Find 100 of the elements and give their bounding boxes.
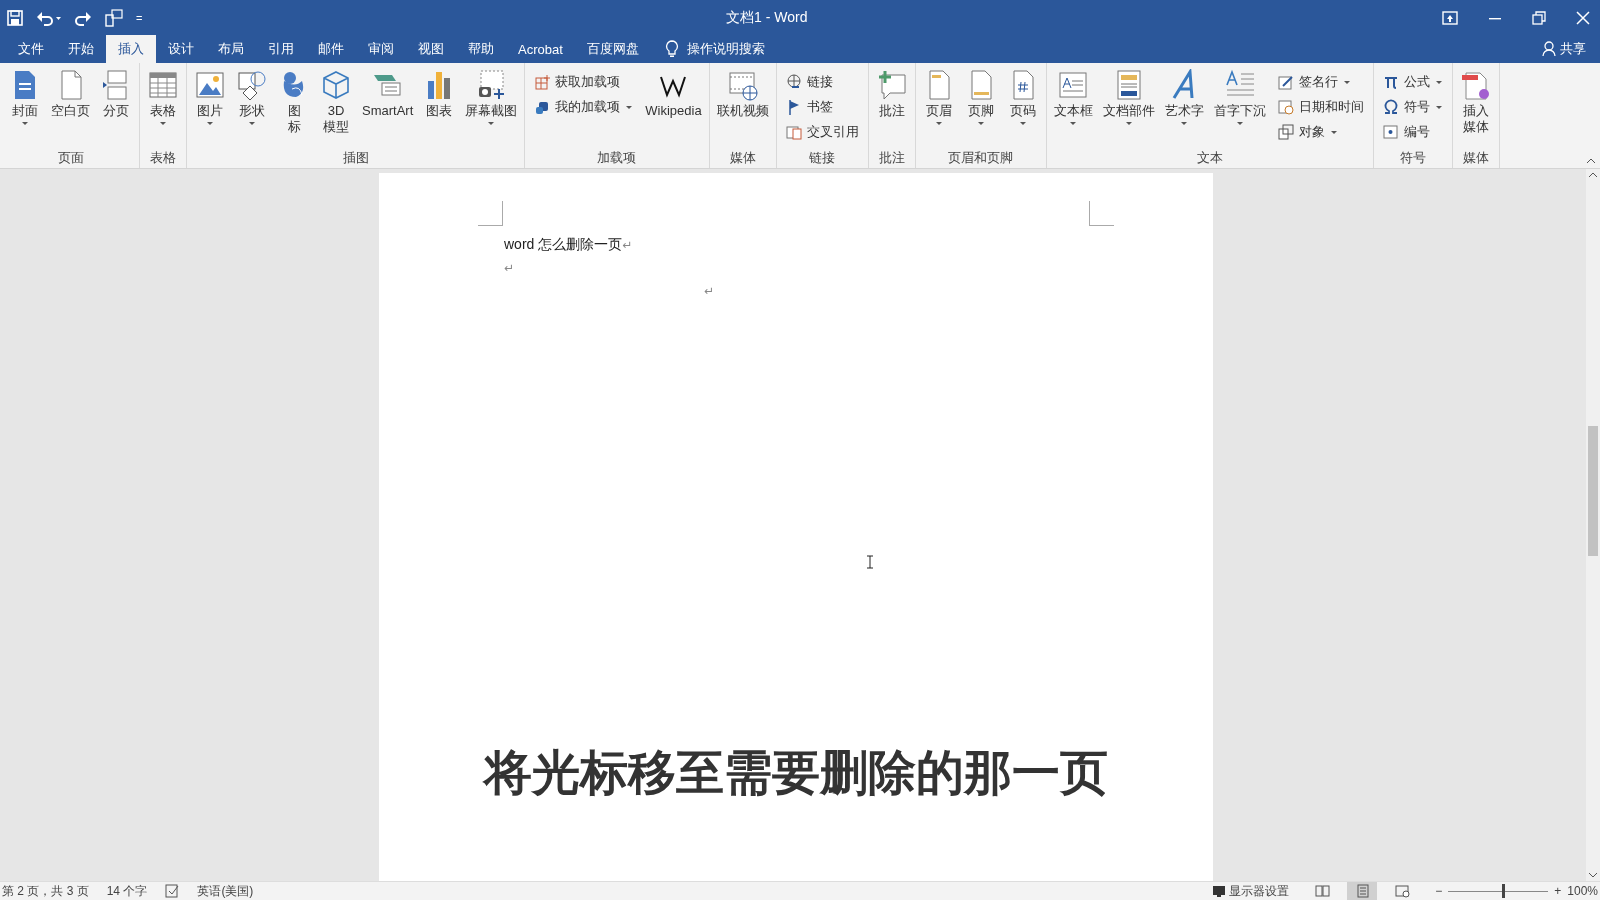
calendar-clock-icon: [1277, 99, 1294, 115]
ribbon-button[interactable]: 艺术字: [1160, 67, 1208, 148]
ribbon-group-label: 页面: [56, 149, 85, 167]
caret-icon: [1342, 79, 1351, 85]
customize-toolbar-button[interactable]: =: [136, 11, 143, 24]
ribbon-tab[interactable]: 开始: [56, 35, 106, 63]
ribbon-display-options-icon[interactable]: [1442, 10, 1458, 25]
scrollbar-thumb[interactable]: [1588, 426, 1598, 556]
ribbon-button[interactable]: 联机视频: [712, 67, 773, 148]
text-cursor-icon: [866, 555, 874, 569]
proofing-icon[interactable]: [165, 884, 180, 898]
view-button[interactable]: [1347, 882, 1378, 900]
paragraph-mark: ↵: [504, 261, 515, 275]
margin-corner-mark: [478, 201, 503, 226]
cross-reference-icon: [785, 124, 802, 140]
caret-icon: [1235, 121, 1244, 126]
ribbon-button[interactable]: 图表: [419, 67, 460, 148]
ribbon-group-label: 媒体: [1461, 149, 1490, 167]
display-settings-button[interactable]: 显示器设置: [1212, 882, 1290, 900]
language-indicator[interactable]: 英语(美国): [197, 882, 254, 900]
ribbon-tab[interactable]: 文件: [6, 35, 56, 63]
ribbon-group-label: 页眉和页脚: [947, 149, 1015, 167]
word-count[interactable]: 14 个字: [106, 882, 148, 900]
ribbon-button[interactable]: 图片: [190, 67, 230, 148]
ribbon-button[interactable]: 书签: [783, 96, 861, 118]
ribbon-button[interactable]: 文本框: [1049, 67, 1097, 148]
puzzle-plus-icon: [534, 74, 551, 90]
ribbon-button[interactable]: 3D 模型: [316, 67, 356, 148]
read-mode-icon: [1314, 884, 1330, 898]
ribbon-button[interactable]: SmartArt: [358, 67, 418, 148]
ribbon-tab[interactable]: 布局: [206, 35, 256, 63]
ribbon-tab[interactable]: 视图: [406, 35, 456, 63]
ribbon-tab[interactable]: 设计: [156, 35, 206, 63]
ribbon-button[interactable]: 公式: [1380, 71, 1445, 93]
share-button[interactable]: 共享: [1560, 40, 1586, 58]
caret-icon: [625, 104, 634, 110]
caret-icon: [1434, 104, 1443, 110]
save-icon[interactable]: [6, 8, 24, 27]
video-subtitle: 将光标移至需要删除的那一页: [481, 745, 1109, 801]
ribbon-button[interactable]: 插入 媒体: [1455, 67, 1496, 148]
ribbon-button[interactable]: 形状: [232, 67, 272, 148]
ribbon-button[interactable]: 页脚: [960, 67, 1001, 148]
ribbon-group-label: 表格: [149, 149, 177, 167]
ribbon-tab[interactable]: 引用: [256, 35, 306, 63]
touch-mode-icon[interactable]: [104, 8, 124, 27]
ribbon-button[interactable]: Wikipedia: [641, 67, 706, 148]
ribbon-button[interactable]: 编号: [1380, 121, 1445, 143]
tell-me-search[interactable]: 操作说明搜索: [686, 40, 765, 58]
window-title: 文档1 - Word: [726, 8, 808, 25]
page-count[interactable]: 第 2 页，共 3 页: [2, 882, 89, 900]
ribbon-group-label: 链接: [808, 149, 837, 167]
caret-icon: [206, 121, 214, 126]
ribbon-button[interactable]: 首字下沉: [1209, 67, 1270, 148]
table-icon: [147, 69, 179, 101]
ribbon-button[interactable]: 封面: [5, 67, 45, 148]
ribbon-button[interactable]: 批注: [871, 67, 912, 148]
ribbon-button[interactable]: 交叉引用: [783, 121, 861, 143]
text-box-icon: [1057, 69, 1090, 101]
ribbon-button[interactable]: 图 标: [274, 67, 314, 148]
ribbon-tab[interactable]: 百度网盘: [574, 35, 651, 63]
ribbon-group-label: 插图: [341, 149, 370, 167]
ribbon-group-label: 文本: [1195, 149, 1224, 167]
ribbon-button[interactable]: 页码: [1002, 67, 1043, 148]
ribbon-tab[interactable]: 邮件: [306, 35, 356, 63]
monitor-icon: [1212, 884, 1227, 898]
globe-link-icon: [785, 74, 802, 90]
video-film-icon: [726, 69, 759, 101]
zoom-slider-thumb[interactable]: [1502, 884, 1506, 898]
ribbon-button[interactable]: 日期和时间: [1275, 96, 1366, 118]
paragraph-mark: ↵: [622, 238, 633, 252]
collapse-ribbon-icon[interactable]: [1586, 158, 1596, 164]
ribbon-tab[interactable]: 帮助: [456, 35, 506, 63]
object-icon: [1277, 124, 1294, 140]
ribbon-button[interactable]: 表格: [143, 67, 183, 148]
ribbon-button[interactable]: 屏幕截图: [461, 67, 522, 148]
zoom-percent[interactable]: 100%: [1567, 884, 1598, 898]
caret-icon: [1180, 121, 1189, 126]
caret-icon: [248, 121, 256, 126]
ribbon-button[interactable]: 文档部件: [1098, 67, 1159, 148]
caret-icon: [1069, 121, 1078, 126]
close-icon[interactable]: [1576, 10, 1590, 25]
ribbon-tab[interactable]: 插入: [106, 35, 156, 63]
ribbon-button[interactable]: 对象: [1275, 121, 1366, 143]
ribbon-button[interactable]: 符号: [1380, 96, 1445, 118]
ribbon-button[interactable]: 空白页: [47, 67, 94, 148]
ribbon-tab[interactable]: 审阅: [356, 35, 406, 63]
ribbon-button[interactable]: 页眉: [918, 67, 959, 148]
ribbon-button[interactable]: 分页: [96, 67, 136, 148]
vertical-scrollbar[interactable]: [1586, 169, 1600, 881]
ribbon-button[interactable]: 链接: [783, 71, 861, 93]
zoom-out-button[interactable]: −: [1435, 884, 1443, 898]
document-page[interactable]: word 怎么删除一页↵ ↵ ↵ 将光标移至需要删除的那一页: [379, 173, 1213, 881]
lightbulb-icon: [664, 40, 679, 58]
cubes-icon: [534, 99, 551, 115]
restore-icon[interactable]: [1532, 10, 1546, 25]
ribbon-tab[interactable]: Acrobat: [506, 35, 575, 63]
ribbon-button[interactable]: 签名行: [1275, 71, 1366, 93]
zoom-in-button[interactable]: +: [1554, 884, 1562, 898]
ribbon-button[interactable]: 我的加载项: [532, 96, 636, 118]
ribbon-button[interactable]: 获取加载项: [532, 71, 636, 93]
